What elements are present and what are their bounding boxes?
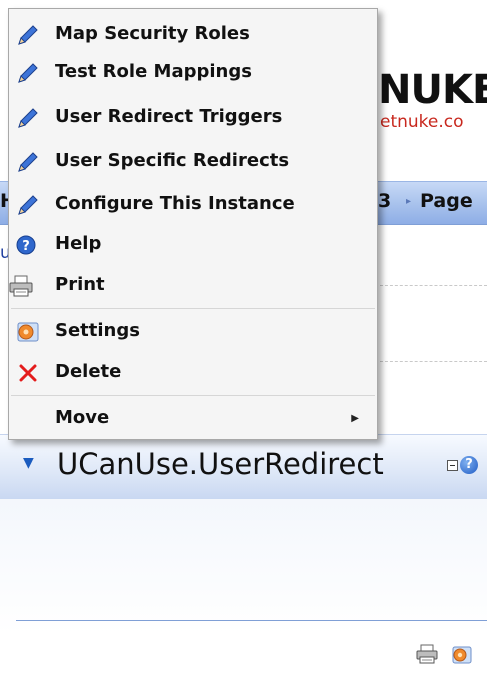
pencil-icon xyxy=(16,61,40,85)
menu-item-label: Map Security Roles xyxy=(55,23,250,44)
menu-item-user-redirect-triggers[interactable]: User Redirect Triggers xyxy=(9,98,377,136)
menu-item-configure-this-instance[interactable]: Configure This Instance xyxy=(9,185,377,223)
menu-item-delete[interactable]: Delete xyxy=(9,353,377,391)
menu-separator xyxy=(11,395,375,396)
printer-icon[interactable] xyxy=(416,644,438,668)
menu-item-label: Print xyxy=(55,274,105,295)
nav-arrow-icon: ▸ xyxy=(406,196,412,207)
delete-icon xyxy=(16,361,40,385)
menu-item-settings[interactable]: Settings xyxy=(9,312,377,350)
pencil-icon xyxy=(16,193,40,217)
menu-item-label: User Redirect Triggers xyxy=(55,106,283,127)
minimize-icon[interactable] xyxy=(447,460,458,471)
printer-icon xyxy=(9,274,33,298)
nav-item-page[interactable]: Page xyxy=(420,190,473,212)
pane-divider xyxy=(380,361,487,362)
menu-item-label: Test Role Mappings xyxy=(55,61,252,82)
svg-text:?: ? xyxy=(22,239,30,254)
menu-item-label: Configure This Instance xyxy=(55,193,295,214)
menu-item-print[interactable]: Print xyxy=(9,266,377,304)
menu-separator xyxy=(11,308,375,309)
module-actions-menu: Map Security Roles Test Role Mappings Us… xyxy=(8,8,378,440)
menu-item-label: Settings xyxy=(55,320,140,341)
help-icon[interactable]: ? xyxy=(460,456,478,474)
menu-item-label: User Specific Redirects xyxy=(55,150,290,171)
menu-item-test-role-mappings[interactable]: Test Role Mappings xyxy=(9,53,377,91)
pencil-icon xyxy=(16,106,40,130)
help-icon: ? xyxy=(16,233,40,257)
menu-item-label: Move xyxy=(55,407,110,428)
module-container: ▼ UCanUse.UserRedirect ? xyxy=(0,434,487,684)
settings-icon xyxy=(16,320,40,344)
pencil-icon xyxy=(16,150,40,174)
menu-item-user-specific-redirects[interactable]: User Specific Redirects xyxy=(9,142,377,180)
menu-item-help[interactable]: ? Help xyxy=(9,225,377,263)
pencil-icon xyxy=(16,23,40,47)
pane-divider xyxy=(380,285,487,286)
nav-item-number[interactable]: 3 xyxy=(378,190,391,212)
menu-item-move[interactable]: Move ▶ xyxy=(9,399,377,437)
submenu-arrow-icon: ▶ xyxy=(351,413,359,424)
menu-item-label: Delete xyxy=(55,361,122,382)
logo-text: NUKE xyxy=(378,67,487,113)
footer-divider xyxy=(16,620,487,621)
module-header: ▼ UCanUse.UserRedirect ? xyxy=(0,434,487,499)
menu-item-map-security-roles[interactable]: Map Security Roles xyxy=(9,15,377,53)
module-title: UCanUse.UserRedirect xyxy=(57,447,384,481)
settings-icon[interactable] xyxy=(451,644,473,670)
menu-item-label: Help xyxy=(55,233,102,254)
logo-url: etnuke.co xyxy=(380,112,464,132)
collapse-arrow-icon[interactable]: ▼ xyxy=(23,455,34,471)
